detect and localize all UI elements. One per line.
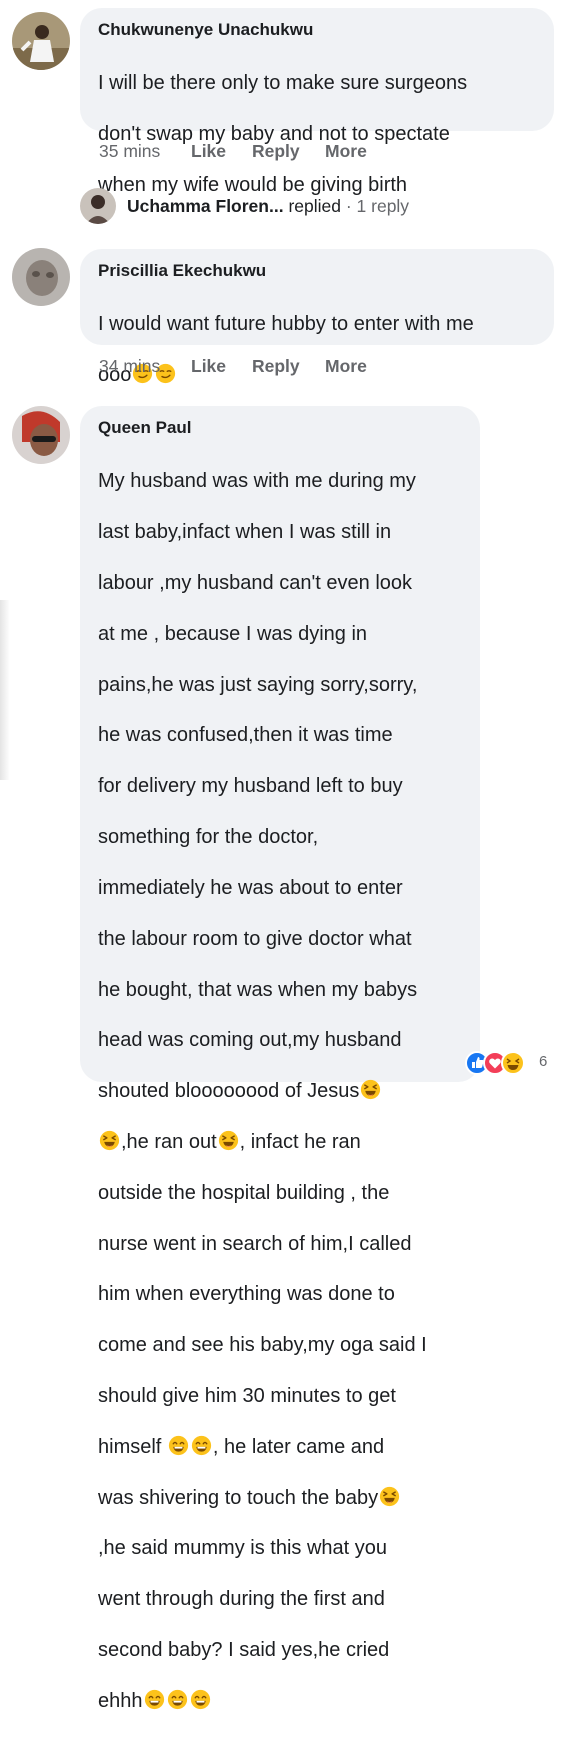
reaction-summary[interactable]: 6 <box>465 1050 547 1076</box>
reply-button[interactable]: Reply <box>252 356 300 377</box>
comment-author[interactable]: Queen Paul <box>98 418 462 438</box>
comment-line: last baby,infact when I was still in <box>98 521 392 544</box>
reply-author[interactable]: Uchamma Floren... <box>127 196 284 216</box>
comment-text: I would want future hubby to enter with … <box>98 287 536 414</box>
laughing-squinting-face-icon <box>218 1130 239 1151</box>
laughing-squinting-face-icon <box>379 1486 400 1507</box>
comment-line: second baby? I said yes,he cried <box>98 1639 390 1662</box>
reply-count: · 1 reply <box>340 196 410 216</box>
comment-line: I will be there only to make sure surgeo… <box>98 72 468 95</box>
reply-action: replied <box>283 196 341 216</box>
comment-line: he bought, that was when my babys <box>98 978 418 1001</box>
comment-line: outside the hospital building , the <box>98 1181 390 1204</box>
comment-actions: 34 mins Like Reply More <box>99 356 399 378</box>
comment-line: immediately he was about to enter <box>98 876 403 899</box>
reply-thread-text: Uchamma Floren... replied · 1 reply <box>127 196 409 217</box>
comment-author[interactable]: Chukwunenye Unachukwu <box>98 20 536 40</box>
comment-time[interactable]: 35 mins <box>99 141 160 162</box>
comment-line: My husband was with me during my <box>98 470 416 493</box>
comment-line: ,he ran out , infact he ran <box>98 1130 462 1155</box>
laughing-squinting-face-icon <box>99 1130 120 1151</box>
left-edge-shadow <box>0 600 10 780</box>
grinning-face-icon <box>191 1435 212 1456</box>
comment-line: pains,he was just saying sorry,sorry, <box>98 673 418 696</box>
comment-line: ,he said mummy is this what you <box>98 1537 387 1560</box>
comment-line: should give him 30 minutes to get <box>98 1385 396 1408</box>
comment-line-text: was shivering to touch the baby <box>98 1486 379 1509</box>
comment-line-text: shouted bloooooood of Jesus <box>98 1080 360 1103</box>
comment-line: the labour room to give doctor what <box>98 927 412 950</box>
more-button[interactable]: More <box>325 356 367 377</box>
grinning-face-icon <box>167 1689 188 1710</box>
comment-line: himself , he later came and <box>98 1435 462 1460</box>
comment-line-text: , he later came and <box>212 1435 385 1458</box>
comment-bubble: Priscillia Ekechukwu I would want future… <box>80 249 554 386</box>
comment-line: when my wife would be giving birth <box>98 174 408 197</box>
grinning-face-icon <box>144 1689 165 1710</box>
comment-line: I would want future hubby to enter with … <box>98 313 474 336</box>
comment-line: him when everything was done to <box>98 1283 395 1306</box>
more-button[interactable]: More <box>325 141 367 162</box>
like-button[interactable]: Like <box>191 141 226 162</box>
comment-line: shouted bloooooood of Jesus <box>98 1079 462 1104</box>
comment-time[interactable]: 34 mins <box>99 356 160 377</box>
comment-line: head was coming out,my husband <box>98 1029 402 1052</box>
haha-reaction-icon <box>501 1051 525 1075</box>
reply-button[interactable]: Reply <box>252 141 300 162</box>
comment-line: was shivering to touch the baby <box>98 1486 462 1511</box>
reaction-count: 6 <box>539 1053 548 1070</box>
comment-line: at me , because I was dying in <box>98 622 368 645</box>
comment-line: come and see his baby,my oga said I <box>98 1334 427 1357</box>
comment-line: nurse went in search of him,I called <box>98 1232 412 1255</box>
avatar[interactable] <box>12 406 70 464</box>
comment-line: he was confused,then it was time <box>98 724 393 747</box>
comment-line-text: ,he ran out <box>121 1130 217 1153</box>
grinning-face-icon <box>190 1689 211 1710</box>
comment-author[interactable]: Priscillia Ekechukwu <box>98 261 536 281</box>
comment-line: labour ,my husband can't even look <box>98 572 413 595</box>
comment-line: went through during the first and <box>98 1588 385 1611</box>
reaction-icons <box>465 1051 525 1075</box>
comment-bubble: Chukwunenye Unachukwu I will be there on… <box>80 8 554 196</box>
grinning-face-icon <box>168 1435 189 1456</box>
comment-line: something for the doctor, <box>98 826 319 849</box>
avatar[interactable] <box>12 248 70 306</box>
comment-text: My husband was with me during my last ba… <box>98 444 462 1740</box>
avatar[interactable] <box>12 12 70 70</box>
comment-bubble: Queen Paul My husband was with me during… <box>80 406 480 1712</box>
like-button[interactable]: Like <box>191 356 226 377</box>
laughing-squinting-face-icon <box>360 1079 381 1100</box>
avatar <box>80 188 116 224</box>
comment-line-text: , infact he ran <box>239 1130 361 1153</box>
comment-line: for delivery my husband left to buy <box>98 775 403 798</box>
comment-line-text: ehhh <box>98 1689 143 1712</box>
comment-actions: 35 mins Like Reply More <box>99 141 399 163</box>
comment-line-text: himself <box>98 1435 162 1458</box>
comment-line: ehhh <box>98 1689 462 1714</box>
